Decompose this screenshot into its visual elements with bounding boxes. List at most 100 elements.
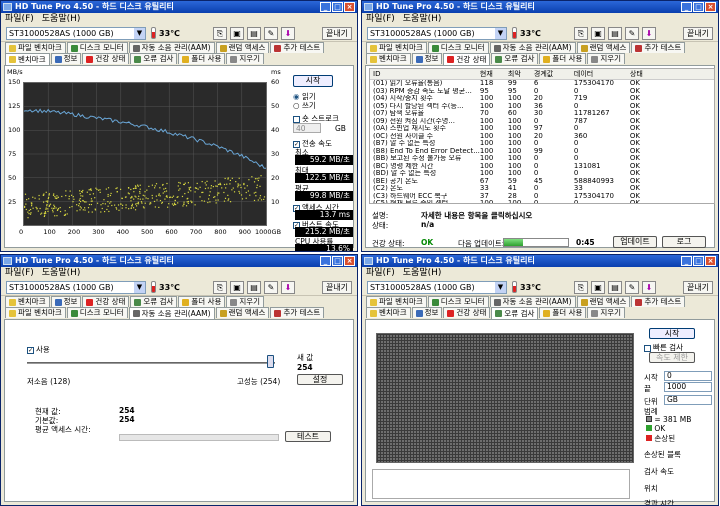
tab-benchmark[interactable]: 벤치마크	[366, 307, 411, 318]
exit-button[interactable]: 끝내기	[683, 27, 713, 40]
write-radio[interactable]: ○ 쓰기	[293, 100, 316, 111]
tab-health[interactable]: 건강 상태	[82, 53, 130, 64]
tab-aam[interactable]: 자동 소음 관리(AAM)	[489, 296, 576, 307]
tab-folder-usage[interactable]: 폴더 사용	[539, 53, 587, 64]
start-pos-input[interactable]: 0	[664, 371, 712, 381]
exit-icon[interactable]: ⬇	[281, 281, 295, 294]
smart-row[interactable]: (01) 읽기 오류율(통음) 118 99 6 175304170 OK	[370, 80, 714, 88]
tab-folder-usage[interactable]: 폴더 사용	[178, 53, 226, 64]
tab-benchmark[interactable]: 벤치마크	[5, 296, 50, 307]
start-button[interactable]: 시작	[649, 328, 695, 339]
maximize-button[interactable]: □	[693, 2, 704, 12]
drive-select[interactable]: ST31000528AS (1000 GB) ▼	[6, 281, 146, 294]
save-icon[interactable]: ▤	[247, 281, 261, 294]
options-icon[interactable]: ✎	[264, 27, 278, 40]
maximize-button[interactable]: □	[332, 256, 343, 266]
close-button[interactable]: ×	[344, 256, 355, 266]
tab-health[interactable]: 건강 상태	[443, 307, 491, 318]
col-worst[interactable]: 최악	[507, 69, 534, 80]
drive-select[interactable]: ST31000528AS (1000 GB) ▼	[367, 27, 507, 40]
tab-extra-tests[interactable]: 추가 테스트	[270, 42, 325, 53]
menu-file[interactable]: 파일(F)	[5, 267, 34, 279]
tab-file-benchmark[interactable]: 파일 벤치마크	[5, 307, 66, 318]
tab-aam[interactable]: 자동 소음 관리(AAM)	[128, 307, 215, 319]
menu-help[interactable]: 도움말(H)	[403, 13, 442, 25]
drive-select[interactable]: ST31000528AS (1000 GB) ▼	[6, 27, 146, 40]
menu-file[interactable]: 파일(F)	[5, 13, 34, 25]
tab-disk-monitor[interactable]: 디스크 모니터	[66, 307, 128, 318]
copy-info-icon[interactable]: ⎘	[574, 281, 588, 294]
exit-button[interactable]: 끝내기	[322, 27, 352, 40]
apply-button[interactable]: 설정	[297, 374, 343, 385]
use-checkbox[interactable]: ✓ 사용	[27, 344, 50, 355]
tab-health[interactable]: 건강 상태	[443, 53, 491, 65]
smart-row[interactable]: (0C) 전원 사이클 수 100 100 20 360 OK	[370, 133, 714, 141]
tab-folder-usage[interactable]: 폴더 사용	[178, 296, 226, 307]
smart-row[interactable]: (04) 시작/중지 횟수 100 100 20 719 OK	[370, 95, 714, 103]
menu-file[interactable]: 파일(F)	[366, 267, 395, 279]
copy-info-icon[interactable]: ⎘	[574, 27, 588, 40]
col-id[interactable]: ID	[370, 69, 480, 80]
copy-info-icon[interactable]: ⎘	[213, 27, 227, 40]
options-icon[interactable]: ✎	[264, 281, 278, 294]
minimize-button[interactable]: _	[320, 256, 331, 266]
stop-button[interactable]: 속도 제한	[649, 352, 695, 363]
tab-disk-monitor[interactable]: 디스크 모니터	[427, 296, 489, 307]
smart-row[interactable]: (BB) 보고된 수정 불가능 오류 100 100 0 0 OK	[370, 155, 714, 163]
close-button[interactable]: ×	[705, 256, 716, 266]
tab-folder-usage[interactable]: 폴더 사용	[539, 307, 587, 318]
close-button[interactable]: ×	[344, 2, 355, 12]
tab-extra-tests[interactable]: 추가 테스트	[631, 296, 686, 307]
tab-benchmark[interactable]: 벤치마크	[5, 53, 50, 65]
exit-button[interactable]: 끝내기	[322, 281, 352, 294]
tab-erase[interactable]: 지우기	[226, 296, 265, 307]
tab-disk-monitor[interactable]: 디스크 모니터	[66, 42, 128, 53]
smart-row[interactable]: (BD) 알 수 없는 특성 100 100 0 0 OK	[370, 170, 714, 178]
aam-slider-track[interactable]	[27, 362, 275, 364]
exit-icon[interactable]: ⬇	[642, 27, 656, 40]
maximize-button[interactable]: □	[693, 256, 704, 266]
col-current[interactable]: 현재	[479, 69, 508, 80]
tab-random-access[interactable]: 랜덤 액세스	[215, 42, 270, 53]
menu-help[interactable]: 도움말(H)	[403, 267, 442, 279]
tab-aam[interactable]: 자동 소음 관리(AAM)	[128, 42, 215, 53]
col-data[interactable]: 데이터	[573, 69, 630, 80]
unit-select[interactable]: GB	[664, 395, 712, 405]
smart-row[interactable]: (BC) 명령 제한 시간 100 100 0 131081 OK	[370, 163, 714, 171]
minimize-button[interactable]: _	[681, 2, 692, 12]
exit-button[interactable]: 끝내기	[683, 281, 713, 294]
tab-erase[interactable]: 지우기	[587, 53, 626, 64]
menu-help[interactable]: 도움말(H)	[42, 13, 81, 25]
tab-random-access[interactable]: 랜덤 액세스	[576, 42, 631, 53]
tab-error-scan[interactable]: 오류 검사	[491, 307, 539, 319]
tab-disk-monitor[interactable]: 디스크 모니터	[427, 42, 489, 53]
start-button[interactable]: 시작	[293, 75, 333, 87]
col-threshold[interactable]: 경계값	[533, 69, 574, 80]
smart-row[interactable]: (B8) End To End Error Detect... 100 100 99 0…	[370, 148, 714, 156]
tab-info[interactable]: 정보	[50, 53, 82, 64]
tab-benchmark[interactable]: 벤치마크	[366, 53, 411, 64]
tab-info[interactable]: 정보	[411, 307, 443, 318]
exit-icon[interactable]: ⬇	[281, 27, 295, 40]
tab-error-scan[interactable]: 오류 검사	[130, 53, 178, 64]
copy-screenshot-icon[interactable]: ▣	[230, 281, 244, 294]
exit-icon[interactable]: ⬇	[642, 281, 656, 294]
col-status[interactable]: 상태	[629, 69, 714, 80]
close-button[interactable]: ×	[705, 2, 716, 12]
options-icon[interactable]: ✎	[625, 27, 639, 40]
drive-select[interactable]: ST31000528AS (1000 GB) ▼	[367, 281, 507, 294]
short-stroke-input[interactable]: 40	[293, 123, 321, 133]
tab-random-access[interactable]: 랜덤 액세스	[215, 307, 270, 318]
smart-row[interactable]: (C5) 현재 보류 중인 섹터 100 100 0 0 OK	[370, 200, 714, 203]
smart-row[interactable]: (0A) 스핀업 재시도 횟수 100 100 97 0 OK	[370, 125, 714, 133]
tab-info[interactable]: 정보	[411, 53, 443, 64]
tab-health[interactable]: 건강 상태	[82, 296, 130, 307]
tab-aam[interactable]: 자동 소음 관리(AAM)	[489, 42, 576, 53]
smart-row[interactable]: (07) 탐색 오류율 70 60 30 11781267 OK	[370, 110, 714, 118]
test-button[interactable]: 테스트	[285, 431, 331, 442]
log-button[interactable]: 로그	[662, 236, 706, 248]
save-icon[interactable]: ▤	[608, 27, 622, 40]
tab-info[interactable]: 정보	[50, 296, 82, 307]
end-pos-input[interactable]: 1000	[664, 382, 712, 392]
update-button[interactable]: 업데이트	[613, 236, 657, 248]
